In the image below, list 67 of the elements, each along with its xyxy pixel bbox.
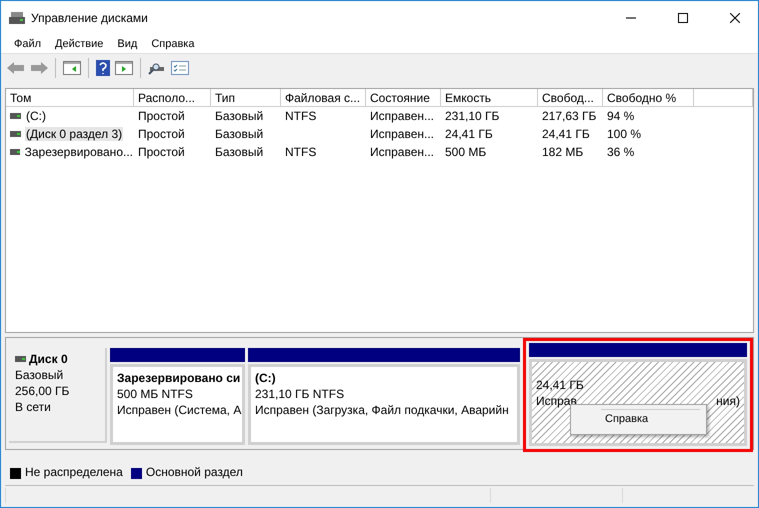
table-cell: Базовый (215, 109, 264, 123)
column-header[interactable]: Том (6, 89, 134, 107)
header-filler (694, 89, 753, 107)
menu-item[interactable]: Файл (7, 38, 48, 50)
table-cell: NTFS (285, 145, 316, 159)
drive-search-icon[interactable] (148, 61, 166, 75)
back-arrow-icon[interactable] (7, 61, 25, 75)
partition-title: Зарезервировано си (117, 371, 238, 385)
table-cell: Исправен... (370, 109, 434, 123)
partition-size: 24,41 ГБ (536, 378, 585, 392)
table-cell: 231,10 ГБ (445, 109, 500, 123)
column-header[interactable]: Тип (211, 89, 281, 107)
table-cell: Исправен... (370, 127, 434, 141)
column-header[interactable]: Файловая с... (281, 89, 366, 107)
legend-label: Основной раздел (146, 465, 243, 479)
table-cell: 500 МБ (445, 145, 486, 159)
window-title: Управление дисками (31, 10, 149, 24)
column-header[interactable]: Состояние (366, 89, 441, 107)
table-cell[interactable]: (C:) (25, 109, 47, 123)
table-cell: 217,63 ГБ (542, 109, 596, 123)
table-cell: Базовый (215, 127, 264, 141)
disk-status: В сети (15, 400, 52, 414)
action-pane-icon[interactable] (115, 61, 133, 75)
partition-title: (C:) (255, 371, 277, 385)
table-cell[interactable]: (Диск 0 раздел 3) (25, 127, 124, 141)
partition-status: Исправ (536, 394, 577, 408)
console-tree-icon[interactable] (63, 61, 81, 75)
table-cell[interactable]: Зарезервировано... (24, 145, 134, 159)
partition-size: 231,10 ГБ NTFS (255, 387, 346, 401)
forward-arrow-icon[interactable] (30, 61, 48, 75)
column-header[interactable]: Свобод... (538, 89, 603, 107)
partition[interactable]: Зарезервировано си 500 МБ NTFS Исправен (Система, А (110, 364, 245, 445)
table-cell: NTFS (285, 109, 316, 123)
partition-status: ния) (716, 394, 740, 408)
table-cell: Базовый (215, 145, 264, 159)
partition-size: 500 МБ NTFS (117, 387, 194, 401)
column-header[interactable]: Располо... (134, 89, 211, 107)
close-icon (730, 12, 740, 22)
table-cell: Простой (138, 109, 185, 123)
legend-label: Не распределена (25, 465, 123, 479)
table-cell: 182 МБ (542, 145, 584, 159)
table-cell: 94 % (607, 109, 634, 123)
table-cell: 100 % (607, 127, 642, 141)
disk-type: Базовый (15, 368, 64, 382)
disk-name: Диск 0 (29, 352, 68, 366)
volume-icon (10, 149, 20, 155)
table-cell: Простой (138, 127, 185, 141)
column-header[interactable]: Свободно % (603, 89, 694, 107)
table-cell: Исправен... (370, 145, 434, 159)
partition-status: Исправен (Загрузка, Файл подкачки, Аварийн (255, 403, 510, 417)
checklist-icon[interactable] (171, 61, 189, 75)
menu-item[interactable]: Справка (144, 38, 202, 50)
table-cell: Простой (138, 145, 185, 159)
partition[interactable]: (C:) 231,10 ГБ NTFS Исправен (Загрузка, Файл подкачки, Аварийн (248, 364, 520, 445)
maximize-icon (678, 12, 688, 22)
disk-management-icon (9, 10, 25, 24)
menu-item[interactable]: Вид (110, 38, 144, 50)
volume-icon (10, 113, 21, 119)
table-cell: 24,41 ГБ (542, 127, 590, 141)
volume-icon (10, 131, 21, 137)
help-icon[interactable] (96, 60, 110, 76)
menu-item[interactable]: Действие (48, 38, 110, 50)
table-cell: 36 % (607, 145, 634, 159)
disk-size: 256,00 ГБ (15, 384, 70, 398)
context-menu-item[interactable]: Справка (571, 410, 706, 425)
column-header[interactable]: Емкость (441, 89, 538, 107)
table-cell: 24,41 ГБ (445, 127, 493, 141)
